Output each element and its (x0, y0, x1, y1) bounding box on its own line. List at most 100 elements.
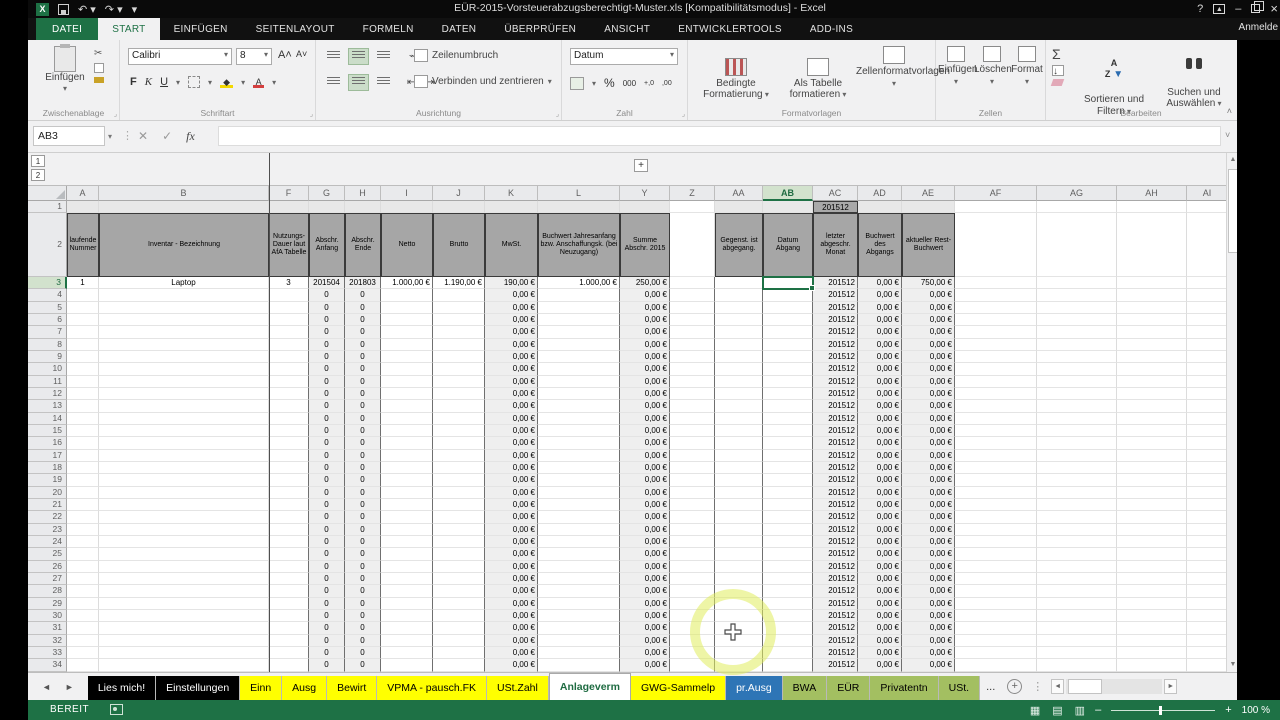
cell-AC29[interactable]: 201512 (813, 598, 858, 610)
insert-function-icon[interactable]: fx (186, 129, 195, 144)
cell-F31[interactable] (269, 622, 309, 634)
cell-AI20[interactable] (1187, 487, 1226, 499)
cell-G24[interactable]: 0 (309, 536, 345, 548)
cell-AG29[interactable] (1037, 598, 1117, 610)
sheet-tab-ust-[interactable]: USt. (939, 676, 980, 700)
cell-AI13[interactable] (1187, 400, 1226, 412)
cell-I6[interactable] (381, 314, 433, 326)
cell-Z12[interactable] (670, 388, 715, 400)
find-select-button[interactable]: Suchen und Auswählen ▾ (1156, 46, 1232, 110)
cell-AG13[interactable] (1037, 400, 1117, 412)
cell-Z23[interactable] (670, 524, 715, 536)
cell-B31[interactable] (99, 622, 269, 634)
cell-G4[interactable]: 0 (309, 289, 345, 301)
cell-AF7[interactable] (955, 326, 1037, 338)
cell-F23[interactable] (269, 524, 309, 536)
cell-I28[interactable] (381, 585, 433, 597)
cell-K30[interactable]: 0,00 € (485, 610, 538, 622)
cell-AE11[interactable]: 0,00 € (902, 376, 955, 388)
cell-L1[interactable] (538, 201, 620, 213)
cell-K5[interactable]: 0,00 € (485, 302, 538, 314)
row-header-9[interactable]: 9 (28, 351, 67, 363)
cell-AG26[interactable] (1037, 561, 1117, 573)
cell-AA8[interactable] (715, 339, 763, 351)
cell-AC33[interactable]: 201512 (813, 647, 858, 659)
cell-AI30[interactable] (1187, 610, 1226, 622)
cell-AB11[interactable] (763, 376, 813, 388)
expand-formula-bar-icon[interactable]: ˅ (1225, 130, 1230, 140)
cell-AH5[interactable] (1117, 302, 1187, 314)
cell-G28[interactable]: 0 (309, 585, 345, 597)
header-cell-AH2[interactable] (1117, 213, 1187, 277)
cell-AA22[interactable] (715, 511, 763, 523)
column-header-Y[interactable]: Y (620, 186, 670, 201)
merge-center-button[interactable]: Verbinden und zentrieren▾ (414, 75, 552, 88)
ribbon-tab-berprfen[interactable]: ÜBERPRÜFEN (490, 18, 590, 40)
cell-H8[interactable]: 0 (345, 339, 381, 351)
cell-Z18[interactable] (670, 462, 715, 474)
header-cell-A2[interactable]: laufende Nummer (67, 213, 99, 277)
cell-B19[interactable] (99, 474, 269, 486)
cell-AI27[interactable] (1187, 573, 1226, 585)
cell-B4[interactable] (99, 289, 269, 301)
cell-AA25[interactable] (715, 548, 763, 560)
cell-K34[interactable]: 0,00 € (485, 659, 538, 671)
cell-AG28[interactable] (1037, 585, 1117, 597)
cell-G12[interactable]: 0 (309, 388, 345, 400)
cell-J23[interactable] (433, 524, 485, 536)
align-right-icon[interactable] (374, 75, 393, 90)
cell-Y30[interactable]: 0,00 € (620, 610, 670, 622)
cell-J33[interactable] (433, 647, 485, 659)
cell-H7[interactable]: 0 (345, 326, 381, 338)
cell-B11[interactable] (99, 376, 269, 388)
cell-AC8[interactable]: 201512 (813, 339, 858, 351)
cell-G21[interactable]: 0 (309, 499, 345, 511)
cell-AA7[interactable] (715, 326, 763, 338)
cell-AE1[interactable] (902, 201, 955, 213)
cell-AH33[interactable] (1117, 647, 1187, 659)
page-break-view-icon[interactable]: ▥ (1075, 704, 1085, 717)
row-header-7[interactable]: 7 (28, 326, 67, 338)
cell-AI6[interactable] (1187, 314, 1226, 326)
sort-filter-button[interactable]: AZ ▼ Sortieren und Filtern ▾ (1074, 46, 1154, 117)
cell-G3[interactable]: 201504 (309, 277, 345, 289)
cell-AC18[interactable]: 201512 (813, 462, 858, 474)
name-box[interactable]: AB3 (33, 126, 105, 146)
delete-cells-button[interactable]: Löschen▾ (974, 46, 1010, 87)
row-header-10[interactable]: 10 (28, 363, 67, 375)
align-left-icon[interactable] (324, 75, 343, 90)
cell-AF20[interactable] (955, 487, 1037, 499)
collapse-ribbon-icon[interactable]: ˄ (1227, 106, 1232, 116)
cell-AI33[interactable] (1187, 647, 1226, 659)
cell-F20[interactable] (269, 487, 309, 499)
cell-AC12[interactable]: 201512 (813, 388, 858, 400)
cell-AA13[interactable] (715, 400, 763, 412)
cell-L19[interactable] (538, 474, 620, 486)
cell-J17[interactable] (433, 450, 485, 462)
cell-AD11[interactable]: 0,00 € (858, 376, 902, 388)
cell-K20[interactable]: 0,00 € (485, 487, 538, 499)
ribbon-tab-ansicht[interactable]: ANSICHT (590, 18, 664, 40)
cell-AD26[interactable]: 0,00 € (858, 561, 902, 573)
ribbon-display-options-icon[interactable]: ▲ (1213, 4, 1225, 14)
cell-AB17[interactable] (763, 450, 813, 462)
column-header-K[interactable]: K (485, 186, 538, 201)
zoom-slider-thumb[interactable] (1159, 706, 1162, 715)
cell-AA19[interactable] (715, 474, 763, 486)
cell-AB5[interactable] (763, 302, 813, 314)
cell-AD14[interactable]: 0,00 € (858, 413, 902, 425)
zoom-in-icon[interactable]: + (1225, 704, 1231, 716)
cell-B21[interactable] (99, 499, 269, 511)
cell-L13[interactable] (538, 400, 620, 412)
cell-AA9[interactable] (715, 351, 763, 363)
cell-B32[interactable] (99, 635, 269, 647)
cell-A7[interactable] (67, 326, 99, 338)
font-dialog-launcher[interactable]: ⌟ (310, 110, 313, 118)
row-header-11[interactable]: 11 (28, 376, 67, 388)
cell-G11[interactable]: 0 (309, 376, 345, 388)
cell-L12[interactable] (538, 388, 620, 400)
cell-Z11[interactable] (670, 376, 715, 388)
cell-Y3[interactable]: 250,00 € (620, 277, 670, 289)
sheet-tab-e-r[interactable]: EÜR (827, 676, 870, 700)
cell-J3[interactable]: 1.190,00 € (433, 277, 485, 289)
